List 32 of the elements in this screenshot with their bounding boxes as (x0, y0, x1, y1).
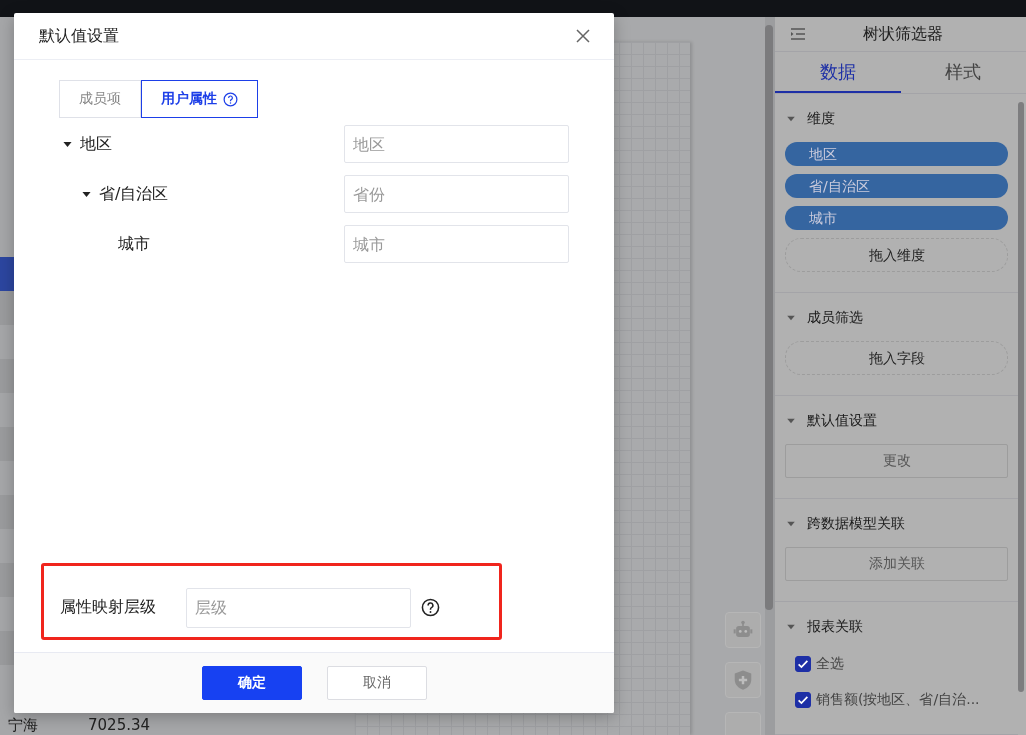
input-field[interactable]: 地区 (344, 125, 569, 163)
checkbox-label: 销售额(按地区、省/自治... (816, 691, 980, 709)
section-title: 报表关联 (807, 618, 863, 636)
tree-label: 地区 (80, 133, 112, 155)
confirm-button[interactable]: 确定 (201, 666, 302, 700)
panel-title: 树状筛选器 (861, 23, 944, 45)
panel-tab[interactable]: 样式 (900, 52, 1026, 93)
section-title: 默认值设置 (807, 412, 877, 430)
panel-tab[interactable]: 数据 (775, 52, 901, 93)
section-title: 成员筛选 (807, 309, 863, 327)
table-cell: 7025.34 (88, 717, 151, 734)
checkbox-label: 全选 (816, 655, 844, 673)
tree-label: 省/自治区 (99, 183, 169, 205)
input-field[interactable]: 省份 (344, 175, 569, 213)
section-title: 跨数据模型关联 (807, 515, 905, 533)
input-field[interactable]: 层级 (186, 587, 411, 628)
drop-zone[interactable]: 拖入维度 (785, 238, 1008, 272)
panel-button[interactable]: 更改 (785, 444, 1008, 478)
dialog-title: 默认值设置 (39, 25, 119, 47)
field-pill[interactable]: 城市 (785, 206, 1008, 230)
field-label: 属性映射层级 (60, 597, 157, 618)
section-title: 维度 (807, 110, 835, 128)
panel-button[interactable]: 添加关联 (785, 547, 1008, 581)
table-cell-text: 宁海 (8, 717, 39, 734)
tab[interactable]: 成员项 (59, 80, 141, 118)
input-field[interactable]: 城市 (344, 225, 569, 263)
tree-label: 城市 (118, 233, 150, 255)
field-pill[interactable]: 地区 (785, 142, 1008, 166)
tab[interactable]: 用户属性 (141, 80, 258, 118)
field-pill[interactable]: 省/自治区 (785, 174, 1008, 198)
cancel-button[interactable]: 取消 (326, 666, 427, 700)
drop-zone[interactable]: 拖入字段 (785, 341, 1008, 375)
